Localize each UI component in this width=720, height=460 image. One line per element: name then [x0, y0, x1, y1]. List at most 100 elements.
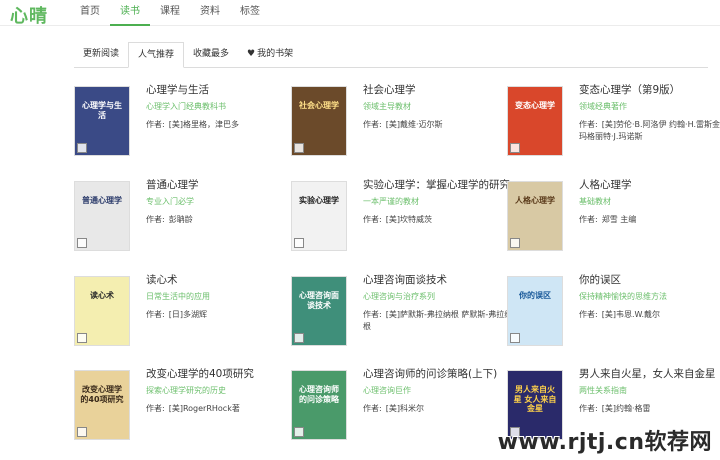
cover-stamp-icon: [294, 427, 304, 437]
book-title[interactable]: 你的误区: [579, 274, 720, 287]
book-card[interactable]: 实验心理学 实验心理学：掌握心理学的研究 一本严谨的教材 作者: [美]坎特威茨: [291, 179, 510, 259]
book-title[interactable]: 心理咨询面谈技术: [363, 274, 513, 287]
cover-stamp-icon: [77, 238, 87, 248]
cover-stamp-icon: [77, 333, 87, 343]
book-title[interactable]: 普通心理学: [146, 179, 296, 192]
book-title[interactable]: 实验心理学：掌握心理学的研究: [363, 179, 513, 192]
tab-most-favorited[interactable]: 收藏最多: [184, 42, 238, 67]
book-cover-title: 心理咨询面谈技术: [299, 291, 339, 310]
book-card[interactable]: 变态心理学 变态心理学（第9版） 领域经典著作 作者: [美]劳伦·B.阿洛伊 约翰·H…: [507, 84, 720, 164]
book-cover[interactable]: 社会心理学: [291, 86, 347, 156]
book-cover-title: 实验心理学: [299, 196, 339, 205]
book-cover[interactable]: 实验心理学: [291, 181, 347, 251]
author-prefix: 作者:: [363, 404, 382, 413]
book-cover[interactable]: 普通心理学: [74, 181, 130, 251]
cover-stamp-icon: [77, 143, 87, 153]
book-subtitle: 领域经典著作: [579, 102, 627, 111]
book-cover-title: 心理咨询师的问诊策略: [299, 385, 339, 404]
book-title[interactable]: 男人来自火星，女人来自金星: [579, 368, 720, 381]
book-title[interactable]: 社会心理学: [363, 84, 513, 97]
tab-my-shelf[interactable]: ♥ 我的书架: [238, 42, 302, 67]
cover-stamp-icon: [510, 238, 520, 248]
book-info: 普通心理学 专业入门必学 作者: 彭聃龄: [146, 179, 296, 226]
author-prefix: 作者:: [146, 310, 165, 319]
book-author: 作者: 彭聃龄: [146, 214, 296, 226]
nav-item-courses[interactable]: 课程: [150, 0, 190, 26]
book-author: 作者: [美]约翰·格雷: [579, 403, 720, 415]
nav-item-materials[interactable]: 资料: [190, 0, 230, 26]
book-title[interactable]: 心理学与生活: [146, 84, 296, 97]
book-info: 心理咨询面谈技术 心理咨询与治疗系列 作者: [美]萨默斯-弗拉纳根 萨默斯-弗拉纳根: [363, 274, 513, 333]
tab-my-shelf-label: 我的书架: [257, 49, 294, 59]
book-title[interactable]: 改变心理学的40项研究: [146, 368, 296, 381]
book-cover[interactable]: 心理学与生活: [74, 86, 130, 156]
author-name: [美]劳伦·B.阿洛伊 约翰·H.雷斯金德 玛格丽特·J.玛诺斯: [579, 120, 720, 141]
book-cover[interactable]: 变态心理学: [507, 86, 563, 156]
author-prefix: 作者:: [363, 215, 382, 224]
book-card[interactable]: 人格心理学 人格心理学 基础教材 作者: 郑雪 主编: [507, 179, 717, 259]
book-card[interactable]: 改变心理学的40项研究 改变心理学的40项研究 探索心理学研究的历史 作者: [美]Ro…: [74, 368, 284, 448]
book-card[interactable]: 社会心理学 社会心理学 领域主导教材 作者: [美]戴维·迈尔斯: [291, 84, 501, 164]
book-subtitle: 探索心理学研究的历史: [146, 386, 226, 395]
book-cover[interactable]: 心理咨询师的问诊策略: [291, 370, 347, 440]
book-subtitle: 日常生活中的应用: [146, 292, 210, 301]
author-name: 郑雪 主编: [601, 215, 637, 224]
book-author: 作者: [美]格里格，津巴多: [146, 119, 296, 131]
author-name: [美]韦恩.W.戴尔: [601, 310, 661, 319]
author-name: [日]多湖辉: [168, 310, 207, 319]
book-cover-title: 变态心理学: [515, 101, 555, 110]
book-author: 作者: [美]坎特威茨: [363, 214, 513, 226]
book-card[interactable]: 心理咨询师的问诊策略 心理咨询师的问诊策略(上下) 心理咨询巨作 作者: [美]科米尔: [291, 368, 501, 448]
book-filter-tabs: 更新阅读 人气推荐 收藏最多 ♥ 我的书架: [74, 42, 708, 68]
book-info: 读心术 日常生活中的应用 作者: [日]多湖辉: [146, 274, 296, 321]
book-author: 作者: [美]萨默斯-弗拉纳根 萨默斯-弗拉纳根: [363, 309, 513, 333]
book-card[interactable]: 普通心理学 普通心理学 专业入门必学 作者: 彭聃龄: [74, 179, 284, 259]
book-card[interactable]: 读心术 读心术 日常生活中的应用 作者: [日]多湖辉: [74, 274, 284, 354]
nav-item-home[interactable]: 首页: [70, 0, 110, 26]
book-cover[interactable]: 你的误区: [507, 276, 563, 346]
author-name: [美]RogerRHock著: [168, 404, 240, 413]
book-subtitle: 心理咨询巨作: [363, 386, 411, 395]
book-title[interactable]: 读心术: [146, 274, 296, 287]
book-card[interactable]: 心理咨询面谈技术 心理咨询面谈技术 心理咨询与治疗系列 作者: [美]萨默斯-弗拉纳根 …: [291, 274, 512, 354]
author-name: [美]约翰·格雷: [601, 404, 651, 413]
author-prefix: 作者:: [146, 215, 165, 224]
author-prefix: 作者:: [363, 120, 382, 129]
book-info: 社会心理学 领域主导教材 作者: [美]戴维·迈尔斯: [363, 84, 513, 131]
book-cover[interactable]: 人格心理学: [507, 181, 563, 251]
author-name: [美]萨默斯-弗拉纳根 萨默斯-弗拉纳根: [363, 310, 513, 331]
book-subtitle: 领域主导教材: [363, 102, 411, 111]
book-info: 改变心理学的40项研究 探索心理学研究的历史 作者: [美]RogerRHock著: [146, 368, 296, 415]
book-title[interactable]: 人格心理学: [579, 179, 720, 192]
book-subtitle: 专业入门必学: [146, 197, 194, 206]
book-title[interactable]: 心理咨询师的问诊策略(上下): [363, 368, 513, 381]
book-card[interactable]: 心理学与生活 心理学与生活 心理学入门经典教科书 作者: [美]格里格，津巴多: [74, 84, 284, 164]
book-cover-title: 读心术: [90, 291, 114, 300]
book-title[interactable]: 变态心理学（第9版）: [579, 84, 720, 97]
site-watermark: www.rjtj.cn软荐网: [497, 430, 712, 455]
book-subtitle: 两性关系指南: [579, 386, 627, 395]
nav-item-reading[interactable]: 读书: [110, 0, 150, 26]
book-subtitle: 基础教材: [579, 197, 611, 206]
book-cover[interactable]: 心理咨询面谈技术: [291, 276, 347, 346]
top-nav-bar: 心晴 首页 读书 课程 资料 标签: [0, 0, 720, 28]
main-nav: 首页 读书 课程 资料 标签: [70, 0, 270, 26]
author-name: [美]科米尔: [385, 404, 424, 413]
author-name: 彭聃龄: [168, 215, 193, 224]
book-card[interactable]: 你的误区 你的误区 保持精神愉快的思维方法 作者: [美]韦恩.W.戴尔: [507, 274, 717, 354]
book-author: 作者: [日]多湖辉: [146, 309, 296, 321]
book-info: 变态心理学（第9版） 领域经典著作 作者: [美]劳伦·B.阿洛伊 约翰·H.雷斯金德…: [579, 84, 720, 143]
site-logo[interactable]: 心晴: [10, 2, 48, 28]
book-cover[interactable]: 读心术: [74, 276, 130, 346]
tab-popular[interactable]: 人气推荐: [128, 42, 185, 68]
tab-latest[interactable]: 更新阅读: [74, 42, 128, 67]
author-prefix: 作者:: [579, 215, 598, 224]
book-info: 心理学与生活 心理学入门经典教科书 作者: [美]格里格，津巴多: [146, 84, 296, 131]
author-prefix: 作者:: [579, 120, 598, 129]
book-cover[interactable]: 改变心理学的40项研究: [74, 370, 130, 440]
book-author: 作者: [美]劳伦·B.阿洛伊 约翰·H.雷斯金德 玛格丽特·J.玛诺斯: [579, 119, 720, 143]
nav-item-tags[interactable]: 标签: [230, 0, 270, 26]
book-author: 作者: 郑雪 主编: [579, 214, 720, 226]
book-cover-title: 你的误区: [519, 291, 551, 300]
author-prefix: 作者:: [579, 310, 598, 319]
